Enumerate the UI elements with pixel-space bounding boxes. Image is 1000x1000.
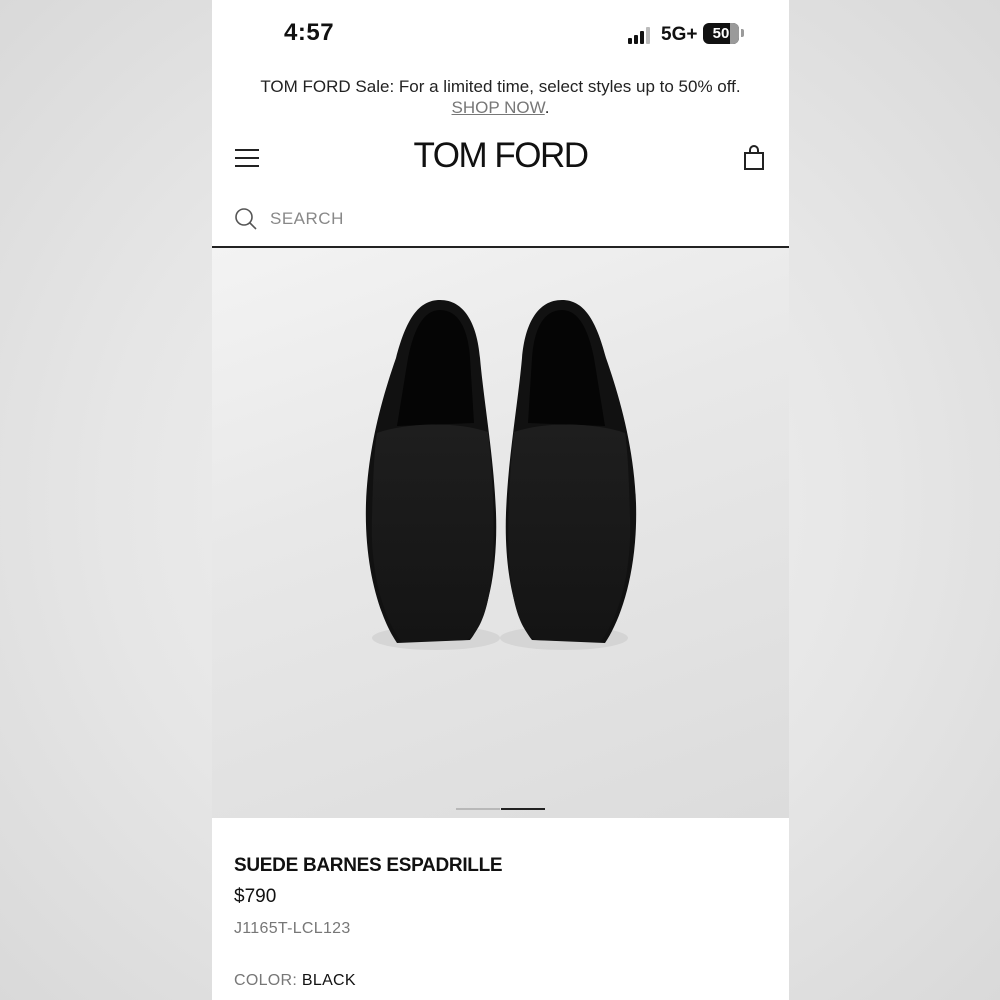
search-input[interactable]: [270, 206, 750, 232]
promo-text: TOM FORD Sale: For a limited time, selec…: [260, 77, 741, 96]
cellular-signal-icon: [628, 26, 656, 44]
network-type: 5G+: [661, 24, 698, 45]
search-bar[interactable]: [212, 196, 789, 248]
carousel-dot-2-active[interactable]: [501, 808, 545, 810]
promo-suffix: .: [544, 98, 550, 117]
battery-level: 50: [712, 25, 730, 42]
battery-tip: [741, 29, 744, 37]
carousel-dot-1[interactable]: [456, 808, 500, 810]
carousel-indicator[interactable]: [456, 808, 546, 811]
phone-screen: 4:57 5G+ 50 TOM FORD Sale: For a limited…: [212, 0, 789, 1000]
product-color: COLOR: BLACK: [234, 972, 356, 990]
product-image: [365, 300, 637, 650]
battery-icon: 50: [703, 23, 739, 44]
product-price: $790: [234, 886, 277, 907]
shop-now-link[interactable]: SHOP NOW: [452, 98, 545, 117]
promo-banner: TOM FORD Sale: For a limited time, selec…: [212, 76, 789, 118]
left-shoe: [365, 300, 500, 650]
product-name: SUEDE BARNES ESPADRILLE: [234, 855, 503, 876]
status-time: 4:57: [284, 19, 335, 46]
product-image-carousel[interactable]: [212, 248, 789, 818]
right-shoe: [500, 300, 637, 650]
color-label: COLOR:: [234, 972, 298, 989]
brand-logo[interactable]: TOM FORD: [212, 136, 789, 176]
color-value: BLACK: [301, 972, 356, 989]
search-icon[interactable]: [234, 207, 258, 231]
shopping-bag-icon[interactable]: [742, 145, 766, 171]
product-sku: J1165T-LCL123: [234, 920, 351, 937]
